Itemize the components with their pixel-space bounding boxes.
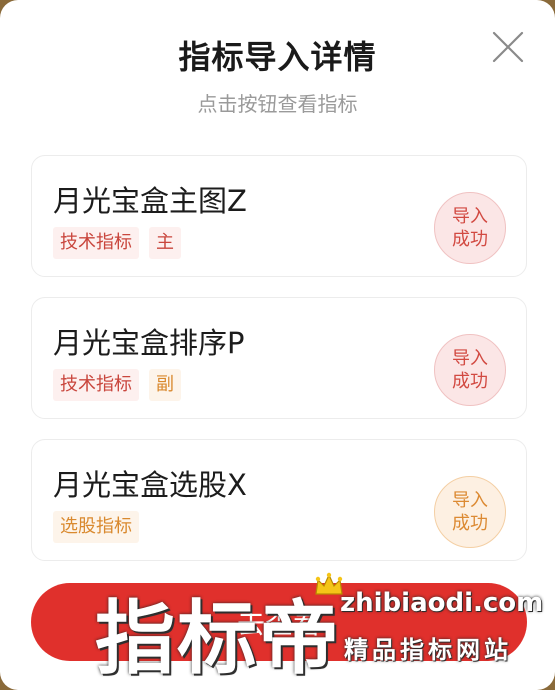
status-line-1: 导入 <box>452 348 488 369</box>
tag-chart-position: 副 <box>149 369 181 401</box>
import-status-badge: 导入 成功 <box>434 334 506 406</box>
indicator-tags: 技术指标 主 <box>53 227 181 259</box>
status-line-2: 成功 <box>452 513 488 534</box>
indicator-name: 月光宝盒主图Z <box>53 184 247 218</box>
status-line-2: 成功 <box>452 371 488 392</box>
tag-indicator-type: 选股指标 <box>53 511 139 543</box>
indicator-name: 月光宝盒选股X <box>53 468 247 502</box>
indicator-tags: 选股指标 <box>53 511 139 543</box>
status-line-1: 导入 <box>452 490 488 511</box>
status-line-1: 导入 <box>452 206 488 227</box>
indicator-tags: 技术指标 副 <box>53 369 181 401</box>
indicator-name: 月光宝盒排序P <box>53 326 245 360</box>
close-icon[interactable] <box>491 30 525 64</box>
tag-indicator-type: 技术指标 <box>53 227 139 259</box>
view-indicators-button[interactable]: 去查看 <box>31 583 527 661</box>
indicator-card[interactable]: 月光宝盒主图Z 技术指标 主 导入 成功 <box>31 155 527 277</box>
import-status-badge: 导入 成功 <box>434 476 506 548</box>
import-status-badge: 导入 成功 <box>434 192 506 264</box>
tag-chart-position: 主 <box>149 227 181 259</box>
tag-indicator-type: 技术指标 <box>53 369 139 401</box>
indicator-card[interactable]: 月光宝盒排序P 技术指标 副 导入 成功 <box>31 297 527 419</box>
status-line-2: 成功 <box>452 229 488 250</box>
dialog-title: 指标导入详情 <box>178 38 377 76</box>
indicator-import-dialog: 指标导入详情 点击按钮查看指标 月光宝盒主图Z 技术指标 主 导入 成功 月光宝… <box>0 0 555 690</box>
indicator-card[interactable]: 月光宝盒选股X 选股指标 导入 成功 <box>31 439 527 561</box>
view-indicators-label: 去查看 <box>236 607 321 640</box>
dialog-subtitle: 点击按钮查看指标 <box>197 92 358 116</box>
